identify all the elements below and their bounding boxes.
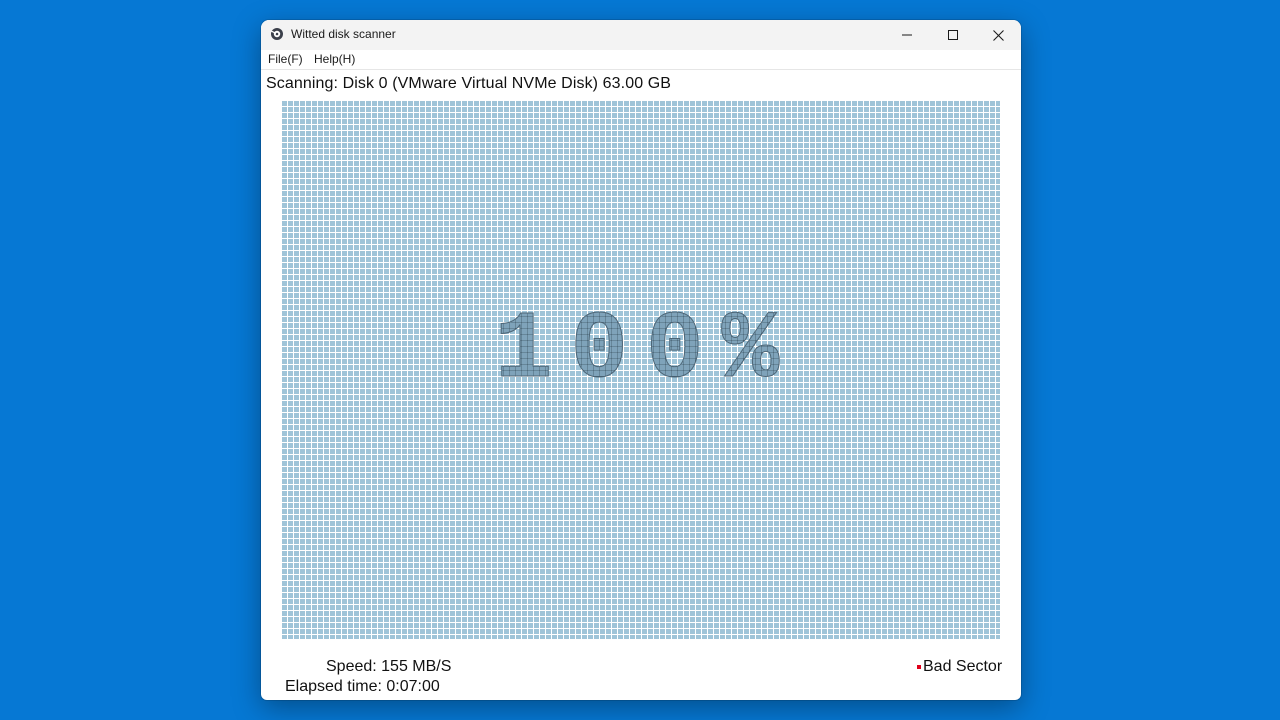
- window-title: Witted disk scanner: [291, 27, 396, 41]
- sector-map-grid: 100%: [281, 100, 1000, 639]
- minimize-icon: [902, 34, 912, 36]
- menu-file[interactable]: File(F): [266, 52, 305, 66]
- progress-percent-text: 100%: [495, 296, 797, 405]
- menu-bar: File(F) Help(H): [261, 50, 1021, 70]
- elapsed-time-readout: Elapsed time: 0:07:00: [285, 678, 440, 695]
- close-button[interactable]: [975, 20, 1021, 50]
- bad-sector-legend-label: Bad Sector: [923, 658, 1003, 675]
- maximize-icon: [948, 30, 958, 40]
- bad-sector-legend: Bad Sector: [917, 658, 1002, 676]
- minimize-button[interactable]: [884, 20, 930, 50]
- close-icon: [992, 29, 1004, 41]
- title-bar[interactable]: Witted disk scanner: [261, 20, 1021, 50]
- speed-readout: Speed: 155 MB/S: [326, 658, 452, 675]
- disk-scanner-app-icon: [271, 28, 283, 40]
- menu-help[interactable]: Help(H): [312, 52, 357, 66]
- scan-status-label: Scanning: Disk 0 (VMware Virtual NVMe Di…: [266, 75, 672, 92]
- progress-percent-overlay: 100%: [494, 296, 797, 406]
- bad-sector-swatch: [917, 665, 921, 669]
- maximize-button[interactable]: [930, 20, 976, 50]
- app-window: Witted disk scanner File(F) Help(H) Scan…: [261, 20, 1021, 700]
